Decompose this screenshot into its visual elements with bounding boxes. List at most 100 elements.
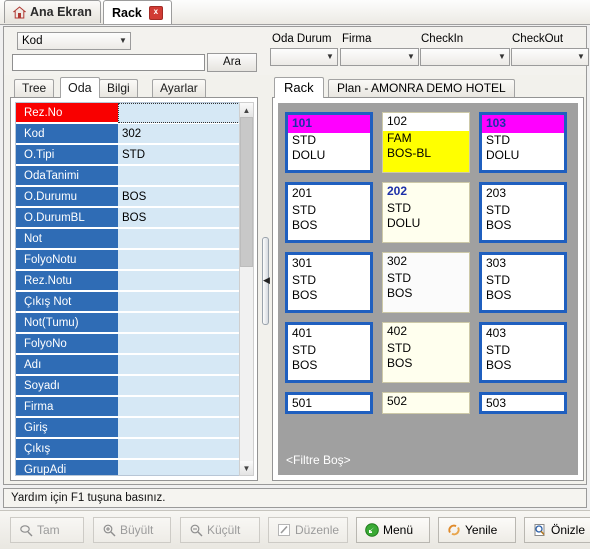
property-row[interactable]: Rez.Notu (16, 271, 252, 292)
document-tab-rack[interactable]: Rack x (103, 0, 172, 24)
property-row[interactable]: FolyoNotu (16, 250, 252, 271)
property-name: FolyoNo (16, 334, 118, 354)
checkout-dropdown[interactable]: ▼ (511, 48, 589, 66)
property-name: Kod (16, 124, 118, 144)
status-bar: Yardım için F1 tuşuna basınız. (3, 488, 587, 508)
room-card[interactable]: 202 STD DOLU (382, 182, 470, 243)
property-value[interactable]: 302 (118, 124, 252, 144)
scrollbar-thumb[interactable] (240, 117, 253, 267)
close-icon[interactable]: x (148, 5, 163, 20)
kucult-button[interactable]: Küçült (180, 517, 260, 543)
property-value[interactable] (118, 271, 252, 291)
property-row[interactable]: FolyoNo (16, 334, 252, 355)
firma-dropdown[interactable]: ▼ (340, 48, 419, 66)
property-value[interactable]: STD (118, 145, 252, 165)
checkin-dropdown[interactable]: ▼ (420, 48, 510, 66)
property-name: Firma (16, 397, 118, 417)
tam-button[interactable]: Tam (10, 517, 84, 543)
property-row[interactable]: O.Durumu BOS (16, 187, 252, 208)
room-card[interactable]: 403 STD BOS (479, 322, 567, 383)
property-row[interactable]: Rez.No (16, 103, 252, 124)
tab-plan[interactable]: Plan - AMONRA DEMO HOTEL (328, 79, 515, 98)
main-panel: Kod ▼ Ara Oda Durum Firma CheckIn CheckO… (3, 26, 589, 485)
room-card[interactable]: 303 STD BOS (479, 252, 567, 313)
chevron-down-icon: ▼ (326, 52, 334, 61)
property-value[interactable] (118, 103, 252, 123)
collapse-left-arrow-icon[interactable]: ◀ (263, 275, 270, 286)
property-value[interactable] (118, 334, 252, 354)
room-card[interactable]: 503 (479, 392, 567, 414)
duzenle-button[interactable]: Düzenle (268, 517, 348, 543)
room-number: 302 (383, 253, 469, 271)
kod-dropdown[interactable]: Kod ▼ (17, 32, 131, 50)
onizle-button[interactable]: Önizle (524, 517, 590, 543)
menu-button[interactable]: Menü (356, 517, 430, 543)
room-card[interactable]: 203 STD BOS (479, 182, 567, 243)
room-card[interactable]: 501 (285, 392, 373, 414)
property-value[interactable] (118, 250, 252, 270)
property-value[interactable] (118, 439, 252, 459)
room-number: 402 (383, 323, 469, 341)
room-card[interactable]: 502 (382, 392, 470, 414)
property-row[interactable]: Firma (16, 397, 252, 418)
left-pane-tabs: Tree Oda Bilgi Ayarlar (10, 77, 258, 98)
property-row[interactable]: Not (16, 229, 252, 250)
document-tab-strip: Ana Ekran Rack x (0, 0, 590, 25)
scroll-down-arrow-icon[interactable]: ▼ (240, 461, 253, 475)
tab-rack[interactable]: Rack (274, 77, 324, 98)
room-status: BOS (292, 218, 318, 232)
yenile-button[interactable]: Yenile (438, 517, 516, 543)
room-card[interactable]: 103 STD DOLU (479, 112, 567, 173)
room-card[interactable]: 402 STD BOS (382, 322, 470, 383)
property-row[interactable]: Çıkış Not (16, 292, 252, 313)
room-card[interactable]: 301 STD BOS (285, 252, 373, 313)
property-row[interactable]: Adı (16, 355, 252, 376)
document-tab-label: Ana Ekran (30, 5, 92, 19)
left-tab-bilgi[interactable]: Bilgi (99, 79, 138, 98)
property-row[interactable]: Çıkış (16, 439, 252, 460)
room-card[interactable]: 401 STD BOS (285, 322, 373, 383)
document-tab-ana-ekran[interactable]: Ana Ekran (4, 0, 101, 23)
room-details: STD BOS (288, 273, 370, 310)
oda-durum-dropdown[interactable]: ▼ (270, 48, 338, 66)
property-value[interactable] (118, 418, 252, 438)
property-row[interactable]: Not(Tumu) (16, 313, 252, 334)
property-row[interactable]: Kod 302 (16, 124, 252, 145)
scroll-up-arrow-icon[interactable]: ▲ (240, 103, 253, 117)
property-row[interactable]: Soyadı (16, 376, 252, 397)
kucult-label: Küçült (207, 523, 241, 537)
property-value[interactable] (118, 292, 252, 312)
property-row[interactable]: GrupAdi (16, 460, 252, 475)
property-grid-scrollbar[interactable]: ▲ ▼ (239, 102, 254, 476)
buyult-button[interactable]: Büyült (93, 517, 171, 543)
property-value[interactable] (118, 397, 252, 417)
left-tab-tree[interactable]: Tree (14, 79, 55, 98)
search-input[interactable] (12, 54, 205, 71)
room-card[interactable]: 302 STD BOS (382, 252, 470, 313)
room-card[interactable]: 102 FAM BOS-BL (382, 112, 470, 173)
room-card[interactable]: 101 STD DOLU (285, 112, 373, 173)
property-row[interactable]: Giriş (16, 418, 252, 439)
property-row[interactable]: OdaTanimi (16, 166, 252, 187)
left-tab-oda[interactable]: Oda (60, 77, 100, 98)
duzenle-label: Düzenle (295, 523, 340, 537)
search-button[interactable]: Ara (207, 53, 257, 72)
property-row[interactable]: O.DurumBL BOS (16, 208, 252, 229)
refresh-icon (447, 523, 461, 537)
property-grid[interactable]: Rez.No Kod 302 O.Tipi STD OdaTanimi O.Durumu BO… (15, 102, 253, 476)
property-value[interactable] (118, 313, 252, 333)
property-row[interactable]: O.Tipi STD (16, 145, 252, 166)
property-value[interactable] (118, 376, 252, 396)
room-card[interactable]: 201 STD BOS (285, 182, 373, 243)
room-details: STD DOLU (482, 133, 564, 170)
property-value[interactable] (118, 166, 252, 186)
property-value[interactable]: BOS (118, 187, 252, 207)
property-value[interactable] (118, 355, 252, 375)
yenile-label: Yenile (465, 523, 498, 537)
property-value[interactable] (118, 460, 252, 475)
left-tab-ayarlar[interactable]: Ayarlar (152, 79, 206, 98)
property-value[interactable]: BOS (118, 208, 252, 228)
property-name: O.DurumBL (16, 208, 118, 228)
pane-splitter[interactable]: ◀ (260, 77, 272, 481)
property-value[interactable] (118, 229, 252, 249)
